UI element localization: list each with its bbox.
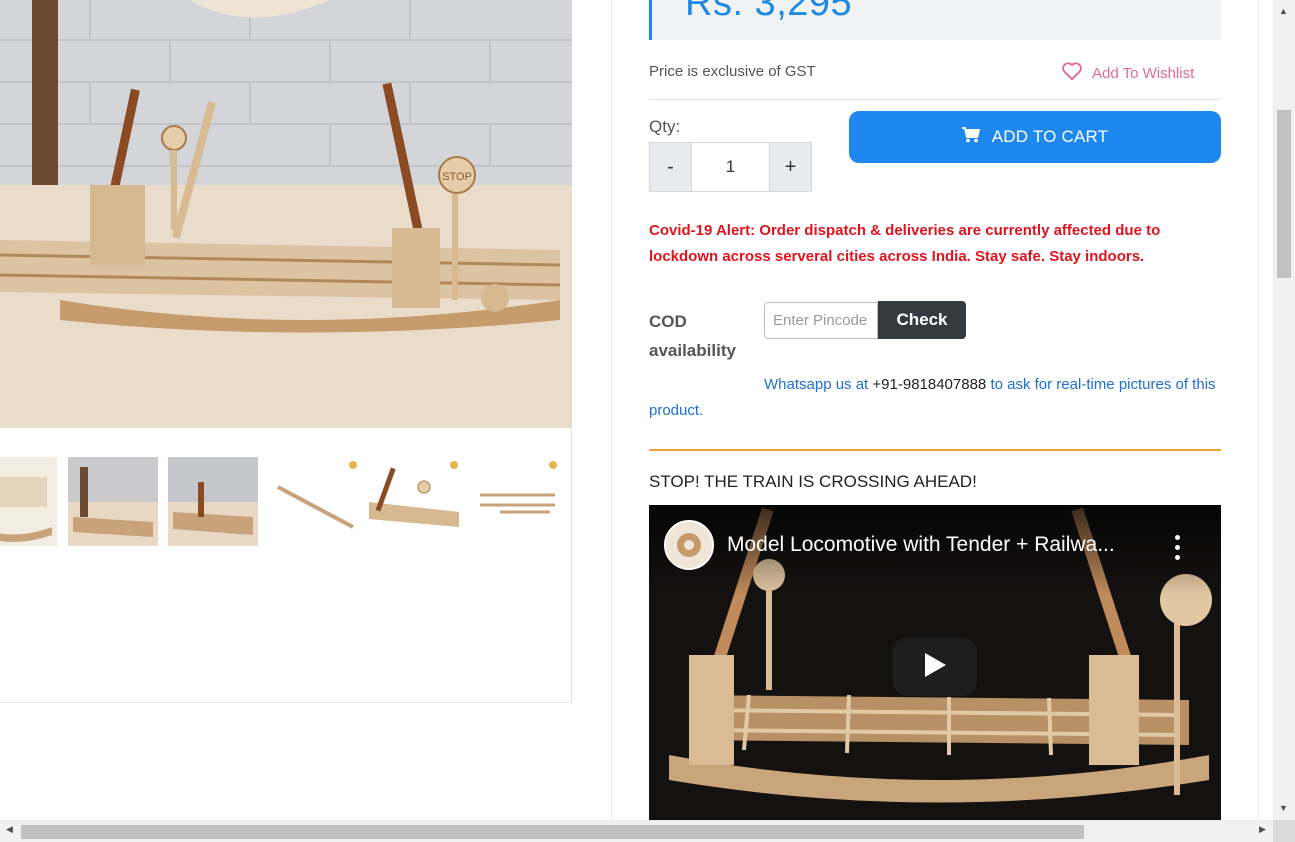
thumbnail-5[interactable] <box>369 457 459 546</box>
quantity-increase-button[interactable]: + <box>769 142 812 192</box>
product-price: Rs. 3,295 <box>685 0 853 24</box>
add-to-cart-label: ADD TO CART <box>991 127 1109 146</box>
scroll-right-arrow-icon[interactable]: ▶ <box>1259 824 1266 835</box>
thumbnail-strip <box>0 457 572 547</box>
more-vert-icon[interactable] <box>1167 532 1187 562</box>
whatsapp-phone[interactable]: +91-9818407888 <box>872 376 986 393</box>
separator-line <box>649 99 1221 100</box>
cart-icon <box>961 126 981 148</box>
gst-note: Price is exclusive of GST <box>649 63 816 80</box>
quantity-stepper: - + <box>649 142 812 192</box>
horizontal-scrollbar[interactable]: ◀ ▶ <box>0 820 1273 842</box>
vertical-scrollbar[interactable]: ▲ ▼ <box>1273 0 1295 820</box>
content-right-border <box>1258 0 1259 820</box>
cod-availability-label: COD availability <box>649 312 736 360</box>
price-box: Rs. 3,295 <box>649 0 1221 40</box>
quantity-input[interactable] <box>692 142 769 192</box>
whatsapp-contact[interactable]: Whatsapp us at +91-9818407888 to ask for… <box>649 372 1224 424</box>
scroll-left-arrow-icon[interactable]: ◀ <box>6 824 13 835</box>
main-product-image[interactable]: STOP <box>0 0 572 428</box>
check-pincode-button[interactable]: Check <box>878 301 966 339</box>
quantity-label: Qty: <box>649 117 681 136</box>
scrollbar-corner <box>1273 820 1295 842</box>
vertical-scrollbar-thumb[interactable] <box>1277 110 1291 278</box>
product-gallery: STOP <box>0 0 572 703</box>
heart-icon <box>1061 61 1083 86</box>
section-divider <box>649 449 1221 451</box>
thumbnail-1[interactable] <box>0 457 57 546</box>
thumbnail-6[interactable] <box>470 457 560 546</box>
stop-sign-text: STOP <box>442 171 472 183</box>
wishlist-label: Add To Wishlist <box>1092 64 1195 82</box>
horizontal-scrollbar-thumb[interactable] <box>21 825 1084 839</box>
add-to-cart-button[interactable]: ADD TO CART <box>849 111 1221 163</box>
channel-avatar[interactable] <box>664 520 714 570</box>
quantity-decrease-button[interactable]: - <box>649 142 692 192</box>
covid-alert: Covid-19 Alert: Order dispatch & deliver… <box>649 222 1161 265</box>
thumbnail-4[interactable] <box>268 457 358 546</box>
video-title[interactable]: Model Locomotive with Tender + Railwa... <box>727 533 1147 557</box>
scroll-down-arrow-icon[interactable]: ▼ <box>1279 803 1288 813</box>
column-divider <box>611 0 612 820</box>
thumbnail-2[interactable] <box>68 457 158 546</box>
add-to-wishlist-link[interactable]: Add To Wishlist <box>1061 61 1194 85</box>
play-button[interactable] <box>893 638 977 696</box>
section-heading: STOP! THE TRAIN IS CROSSING AHEAD! <box>649 472 977 491</box>
pincode-input[interactable] <box>764 302 878 339</box>
play-icon <box>923 652 947 683</box>
thumbnail-3[interactable] <box>168 457 258 546</box>
scroll-up-arrow-icon[interactable]: ▲ <box>1279 6 1288 16</box>
video-player[interactable]: Model Locomotive with Tender + Railwa... <box>649 505 1221 821</box>
whatsapp-prefix: Whatsapp us at <box>764 376 873 393</box>
